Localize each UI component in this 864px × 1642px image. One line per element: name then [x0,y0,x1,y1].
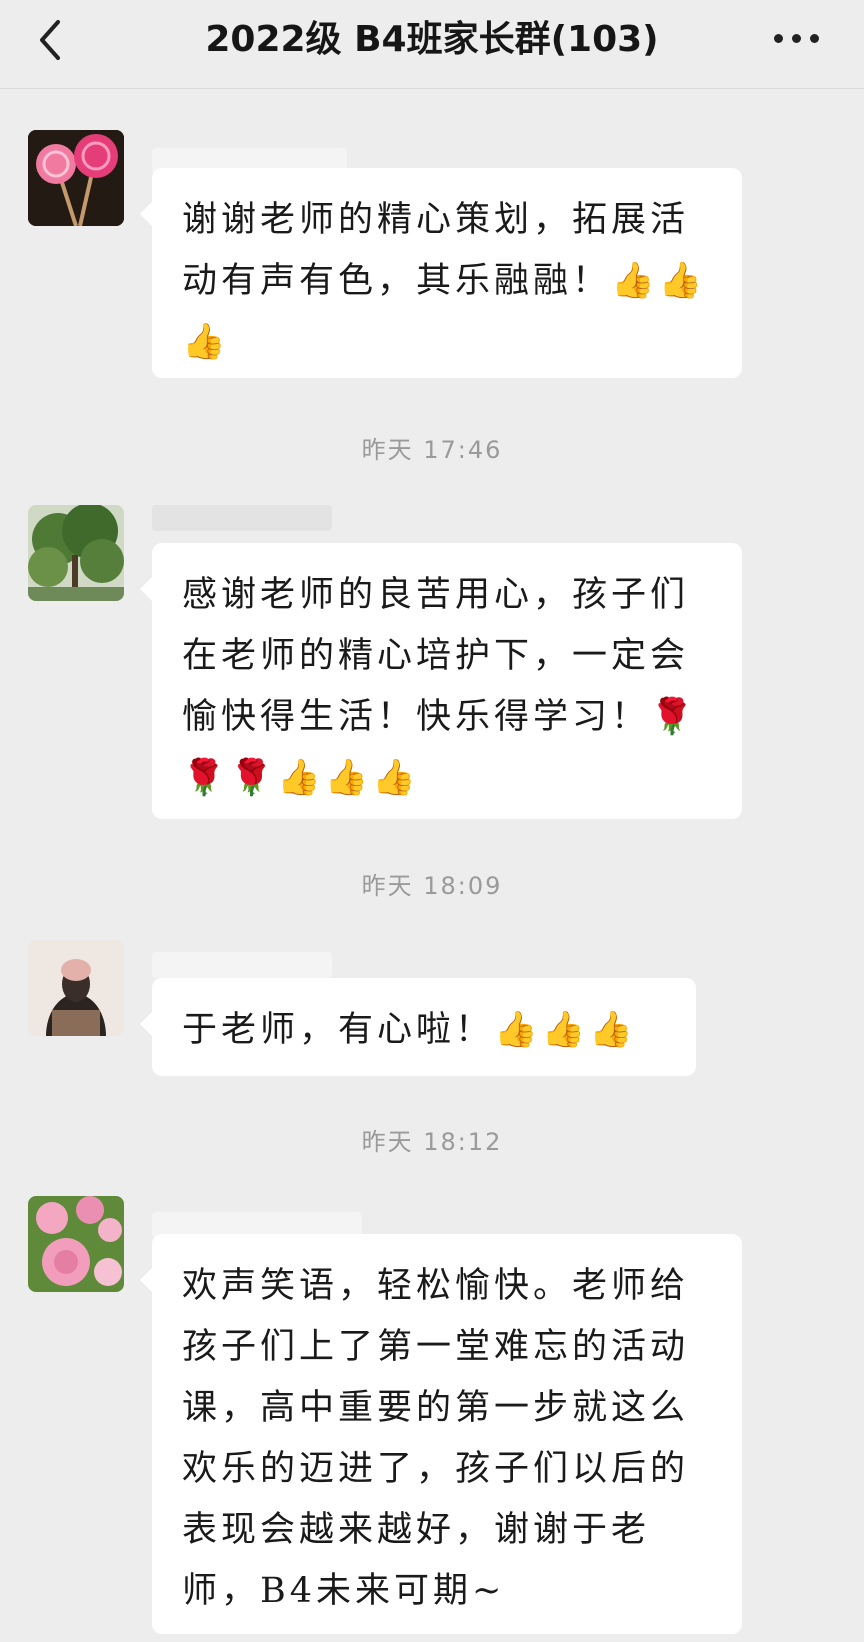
message-bubble: 感谢老师的良苦用心，孩子们在老师的精心培护下，一定会愉快得生活！快乐得学习！🌹🌹… [140,543,742,819]
timestamp: 昨天 17:46 [361,436,503,464]
sender-name-redacted [152,952,332,978]
sender-name-redacted [152,505,332,531]
more-button[interactable] [768,14,828,58]
tree-avatar[interactable] [28,505,124,601]
message-bubble: 于老师，有心啦！👍👍👍 [140,978,696,1076]
chat-title: 2022级 B4班家长群(103) [205,19,659,60]
timestamp: 昨天 18:12 [361,1128,503,1156]
lollipop-avatar[interactable] [28,130,124,226]
chat-header: 2022级 B4班家长群(103) [0,0,864,89]
message-bubble: 谢谢老师的精心策划，拓展活动有声有色，其乐融融！👍👍👍 [140,168,742,378]
more-dots-icon [774,34,783,43]
flower-avatar[interactable] [28,1196,124,1292]
girl-avatar[interactable] [28,940,124,1036]
timestamp: 昨天 18:09 [361,872,503,900]
message-bubble: 欢声笑语，轻松愉快。老师给孩子们上了第一堂难忘的活动课，高中重要的第一步就这么欢… [140,1234,742,1634]
